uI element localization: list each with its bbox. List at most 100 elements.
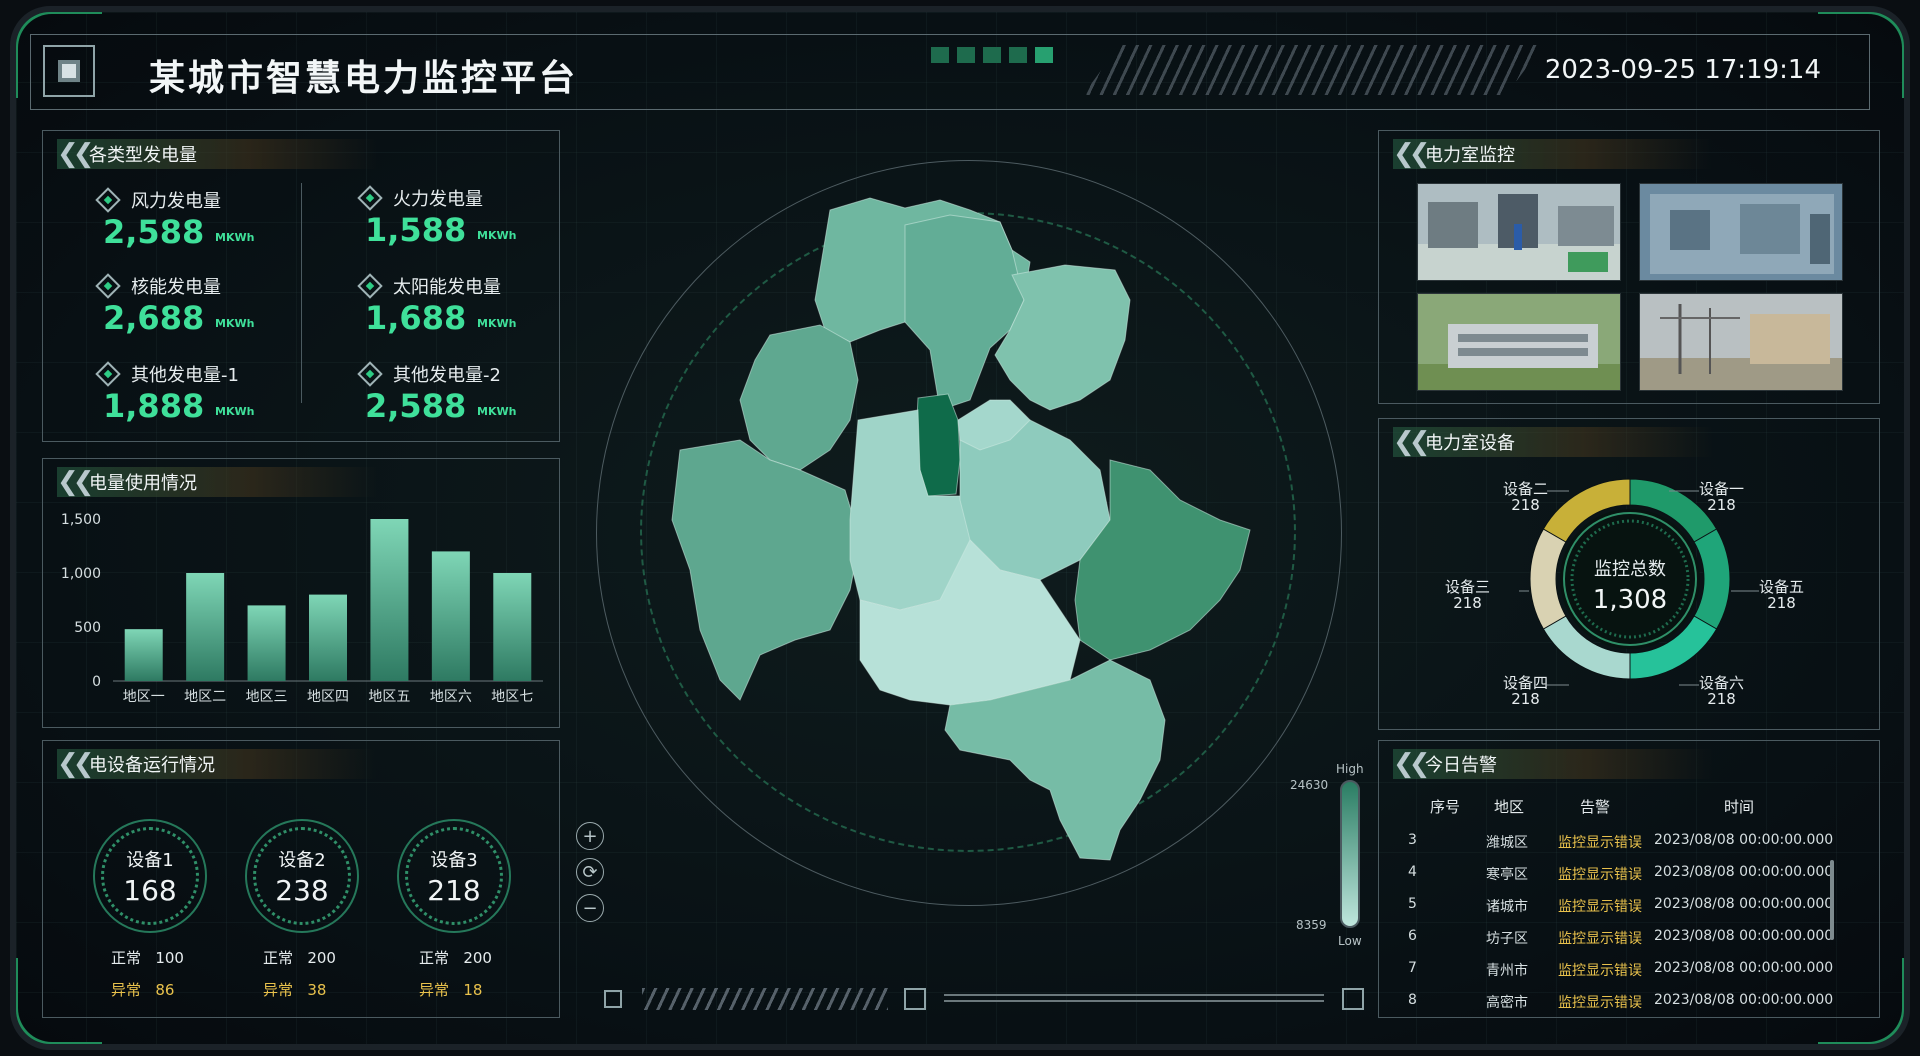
donut-label-value: 218 (1511, 496, 1540, 514)
gen-item-other1: 其他发电量-1 1,888 MKWh (95, 361, 319, 441)
device-ring: 设备3 218 (397, 819, 511, 933)
table-row[interactable]: 7 青州市 监控显示错误 2023/08/08 00:00:00.000 (1378, 952, 1838, 984)
monitor-photo[interactable] (1417, 293, 1621, 391)
diamond-icon (95, 361, 121, 387)
gen-label: 风力发电量 (131, 191, 221, 212)
monitor-photo[interactable] (1639, 293, 1843, 391)
gen-unit: MKWh (477, 317, 517, 330)
donut-label: 设备一 218 (1699, 481, 1744, 513)
gen-label: 核能发电量 (131, 277, 221, 298)
panel-title-text: 今日告警 (1425, 755, 1497, 776)
cell-alarm: 监控显示错误 (1558, 867, 1642, 883)
cell-alarm: 监控显示错误 (1558, 899, 1642, 915)
bar (431, 551, 470, 681)
gen-item-wind: 风力发电量 2,588 MKWh (95, 187, 319, 267)
usage-bar-chart: 0 500 1,000 1,500 地区一 地区二 地区三 地区四 地区五 地区六 地区七 (61, 512, 543, 705)
cell-area: 坊子区 (1486, 931, 1528, 947)
page-title: 某城市智慧电力监控平台 (149, 58, 579, 99)
cell-idx: 4 (1408, 864, 1417, 880)
map-inner-ring (640, 212, 1296, 852)
table-row[interactable]: 8 高密市 监控显示错误 2023/08/08 00:00:00.000 (1378, 984, 1838, 1016)
device-total: 238 (275, 873, 329, 907)
bottom-decoration (1342, 988, 1364, 1010)
gen-value: 1,588 (365, 211, 467, 249)
ok-label: 正常 (111, 949, 142, 967)
gen-label: 其他发电量-1 (131, 365, 239, 386)
monitor-photo[interactable] (1639, 183, 1843, 281)
panel-title: ❮❮ 电设备运行情况 (57, 749, 377, 779)
donut-label: 设备二 218 (1503, 481, 1548, 513)
ok-label: 正常 (419, 949, 450, 967)
header-stripes (1083, 45, 1543, 95)
y-tick-label: 1,000 (61, 566, 101, 582)
device-total: 218 (427, 873, 481, 907)
device-ring: 设备2 238 (245, 819, 359, 933)
logo-icon (43, 45, 95, 97)
map-legend-bar (1340, 780, 1360, 928)
donut-label-name: 设备三 (1445, 578, 1491, 596)
monitor-photo[interactable] (1417, 183, 1621, 281)
table-row[interactable]: 4 寒亭区 监控显示错误 2023/08/08 00:00:00.000 (1378, 856, 1838, 888)
bar (370, 519, 409, 681)
generation-panel: ❮❮ 各类型发电量 风力发电量 2,588 MKWh 火力发电量 1,588 M… (42, 130, 560, 442)
gen-unit: MKWh (477, 405, 517, 418)
device-total: 168 (123, 873, 177, 907)
table-header-time: 时间 (1724, 798, 1755, 816)
cell-time: 2023/08/08 00:00:00.000 (1654, 864, 1834, 880)
device-ok-stat: 正常 200 (419, 947, 492, 968)
donut-label: 设备三 218 (1445, 579, 1490, 611)
x-tick-label: 地区三 (246, 689, 288, 705)
cell-idx: 5 (1408, 896, 1417, 912)
gen-item-solar: 太阳能发电量 1,688 MKWh (357, 273, 581, 353)
zoom-out-button[interactable]: − (576, 894, 604, 922)
x-tick-label: 地区六 (430, 689, 472, 705)
cell-time: 2023/08/08 00:00:00.000 (1654, 992, 1834, 1008)
donut-label-name: 设备四 (1503, 674, 1549, 692)
cell-area: 青州市 (1486, 963, 1528, 979)
cell-idx: 8 (1408, 992, 1417, 1008)
bottom-decoration (604, 990, 622, 1008)
donut-label-value: 218 (1767, 594, 1796, 612)
gen-item-other2: 其他发电量-2 2,588 MKWh (357, 361, 581, 441)
cell-alarm: 监控显示错误 (1558, 835, 1642, 851)
device-ring: 设备1 168 (93, 819, 207, 933)
device-name: 设备3 (430, 849, 478, 871)
usage-panel: ❮❮ 电量使用情况 0 500 1,000 1,500 地区一 地区二 地区三 地区四 地区五地… (42, 458, 560, 728)
table-scrollbar[interactable] (1830, 860, 1834, 940)
donut-label: 设备五 218 (1759, 579, 1804, 611)
x-tick-label: 地区二 (184, 689, 226, 705)
devices-panel: ❮❮ 电设备运行情况 设备1 168 正常 100 异常 86 设备2 238 … (42, 740, 560, 1018)
gen-label: 太阳能发电量 (393, 277, 501, 298)
gen-unit: MKWh (215, 405, 255, 418)
diamond-icon (95, 187, 121, 213)
device-name: 设备1 (126, 849, 174, 871)
panel-title: ❮❮ 今日告警 (1393, 749, 1713, 779)
zoom-reset-button[interactable]: ⟳ (576, 858, 604, 886)
table-row[interactable]: 3 潍城区 监控显示错误 2023/08/08 00:00:00.000 (1378, 824, 1838, 856)
bar (493, 573, 532, 681)
err-label: 异常 (419, 981, 450, 999)
device-err-stat: 异常 38 (263, 979, 326, 1000)
device-err-stat: 异常 86 (111, 979, 174, 1000)
header: 某城市智慧电力监控平台 2023-09-25 17:19:14 (30, 34, 1870, 110)
err-count: 86 (155, 981, 175, 999)
gen-unit: MKWh (215, 231, 255, 244)
double-chevron-icon: ❮❮ (1393, 139, 1431, 169)
cell-area: 诸城市 (1486, 899, 1528, 915)
zoom-in-button[interactable]: + (576, 822, 604, 850)
table-row[interactable]: 6 坊子区 监控显示错误 2023/08/08 00:00:00.000 (1378, 920, 1838, 952)
ok-label: 正常 (263, 949, 294, 967)
cell-time: 2023/08/08 00:00:00.000 (1654, 928, 1834, 944)
bottom-line (944, 994, 1324, 1002)
header-decoration (931, 47, 1053, 63)
err-count: 18 (463, 981, 483, 999)
table-row[interactable]: 5 诸城市 监控显示错误 2023/08/08 00:00:00.000 (1378, 888, 1838, 920)
device-ok-stat: 正常 100 (111, 947, 184, 968)
gen-item-nuclear: 核能发电量 2,688 MKWh (95, 273, 319, 353)
cell-idx: 3 (1408, 832, 1417, 848)
donut-label-name: 设备一 (1699, 480, 1745, 498)
cell-area: 高密市 (1486, 995, 1528, 1011)
bottom-decoration (904, 988, 926, 1010)
cell-idx: 6 (1408, 928, 1417, 944)
device-err-stat: 异常 18 (419, 979, 482, 1000)
